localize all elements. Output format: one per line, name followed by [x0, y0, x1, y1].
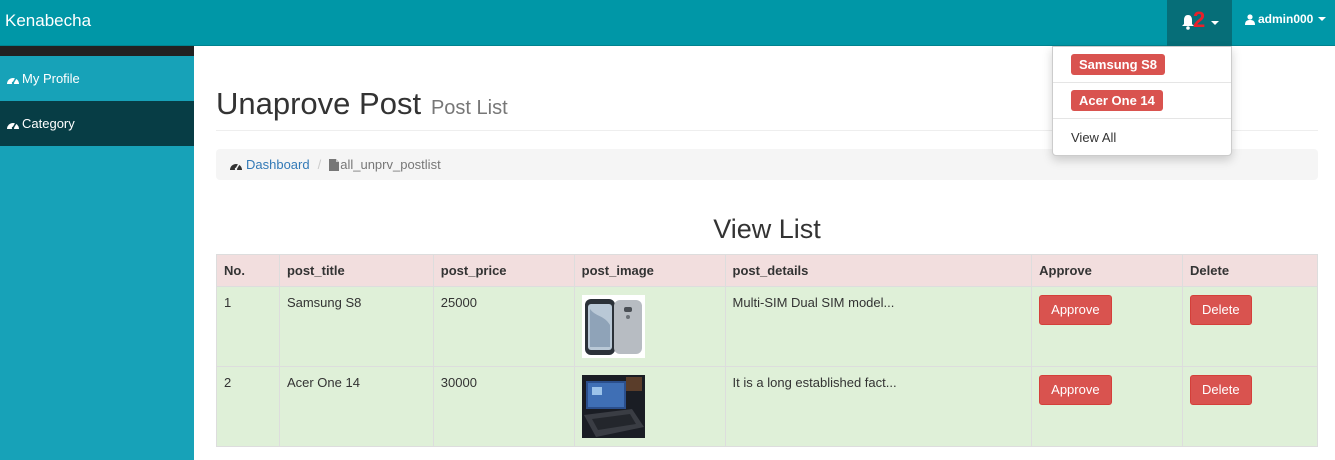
sidebar-item-category[interactable]: Category: [0, 101, 194, 146]
laptop-image: [581, 375, 645, 438]
notification-label: Acer One 14: [1071, 90, 1163, 111]
user-icon: [1245, 13, 1255, 25]
breadcrumb-dashboard-link[interactable]: Dashboard: [229, 157, 310, 172]
cell-image: [573, 366, 726, 447]
cell-price: 25000: [432, 286, 575, 367]
delete-button[interactable]: Delete: [1190, 295, 1252, 325]
dashboard-icon: [230, 163, 242, 170]
view-all-link[interactable]: View All: [1053, 119, 1231, 155]
table-row: 1 Samsung S8 25000 Multi-SIM Dual SIM mo…: [216, 286, 1318, 367]
notifications-dropdown: Samsung S8 Acer One 14 View All: [1052, 46, 1232, 156]
dashboard-icon: [7, 122, 19, 129]
cell-no: 1: [216, 286, 280, 367]
sidebar-item-my-profile[interactable]: My Profile: [0, 56, 194, 101]
sidebar: My Profile Category: [0, 46, 194, 460]
column-header: post_details: [724, 254, 1033, 287]
dashboard-icon: [7, 77, 19, 84]
cell-approve: Approve: [1031, 286, 1184, 367]
phone-image: [581, 295, 645, 358]
table-header-row: No. post_title post_price post_image pos…: [216, 254, 1318, 287]
cell-no: 2: [216, 366, 280, 447]
sidebar-top-strip: [0, 46, 194, 56]
page-subtitle: Post List: [430, 97, 508, 119]
cell-title: Acer One 14: [278, 366, 434, 447]
column-header: No.: [216, 254, 280, 287]
approve-button[interactable]: Approve: [1039, 295, 1112, 325]
column-header: Approve: [1031, 254, 1184, 287]
notification-count-badge: 2: [1193, 7, 1206, 32]
sidebar-item-label: Category: [22, 116, 75, 131]
cell-title: Samsung S8: [278, 286, 434, 367]
cell-details: It is a long established fact...: [724, 366, 1033, 447]
sidebar-item-label: My Profile: [22, 71, 80, 86]
post-table: No. post_title post_price post_image pos…: [216, 254, 1318, 447]
delete-button[interactable]: Delete: [1190, 375, 1252, 405]
notification-item[interactable]: Acer One 14: [1053, 83, 1231, 119]
user-menu-label: admin000: [1258, 12, 1314, 26]
breadcrumb-separator: /: [317, 157, 322, 172]
user-menu-toggle[interactable]: admin000: [1245, 12, 1327, 26]
cell-delete: Delete: [1182, 366, 1318, 447]
page-title: Unaprove Post: [216, 86, 422, 121]
column-header: post_price: [432, 254, 575, 287]
notification-label: Samsung S8: [1071, 54, 1166, 75]
file-icon: [329, 158, 340, 171]
column-header: post_title: [278, 254, 434, 287]
column-header: Delete: [1182, 254, 1318, 287]
brand-logo-text[interactable]: Kenabecha: [5, 11, 91, 31]
approve-button[interactable]: Approve: [1039, 375, 1112, 405]
cell-image: [573, 286, 726, 367]
cell-details: Multi-SIM Dual SIM model...: [724, 286, 1033, 367]
notifications-toggle[interactable]: 2: [1167, 0, 1232, 46]
notification-item[interactable]: Samsung S8: [1053, 47, 1231, 83]
caret-down-icon: [1318, 17, 1327, 21]
breadcrumb-current-label: all_unprv_postlist: [340, 157, 441, 172]
caret-down-icon: [1211, 21, 1219, 25]
breadcrumb-dashboard-label: Dashboard: [246, 157, 310, 172]
breadcrumb-current: all_unprv_postlist: [329, 157, 441, 172]
column-header: post_image: [573, 254, 726, 287]
cell-delete: Delete: [1182, 286, 1318, 367]
cell-approve: Approve: [1031, 366, 1184, 447]
top-navbar: Kenabecha 2 admin000: [0, 0, 1335, 46]
cell-price: 30000: [432, 366, 575, 447]
list-title: View List: [713, 214, 821, 244]
table-row: 2 Acer One 14 30000 It is a long establi…: [216, 366, 1318, 447]
